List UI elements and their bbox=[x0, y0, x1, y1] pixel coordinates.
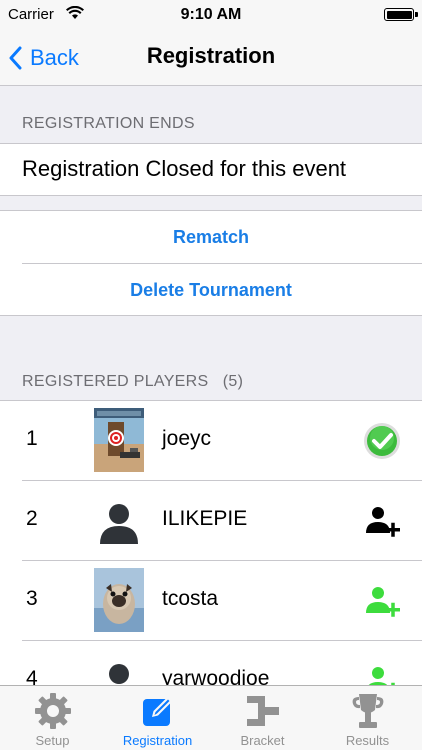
list-item[interactable]: 3 tcosta bbox=[0, 561, 422, 640]
tab-registration[interactable]: Registration bbox=[105, 686, 210, 750]
tab-bracket[interactable]: Bracket bbox=[210, 686, 315, 750]
registration-status-text: Registration Closed for this event bbox=[22, 156, 347, 181]
player-number: 2 bbox=[26, 507, 38, 530]
trophy-icon bbox=[352, 694, 384, 728]
gear-icon bbox=[35, 693, 71, 729]
photo-pug-avatar bbox=[94, 568, 144, 632]
registered-players-count: (5) bbox=[222, 373, 244, 390]
tab-label: Results bbox=[345, 733, 390, 748]
default-person-avatar bbox=[100, 504, 138, 544]
photo-target-avatar bbox=[94, 408, 144, 472]
navigation-bar: Back Registration bbox=[0, 30, 422, 86]
tab-label: Registration bbox=[122, 733, 193, 748]
tab-label: Bracket bbox=[240, 733, 285, 748]
player-number: 3 bbox=[26, 587, 38, 610]
bracket-icon bbox=[247, 696, 279, 726]
edit-icon bbox=[143, 696, 173, 726]
list-item[interactable]: 2 ILIKEPIE bbox=[0, 481, 422, 560]
delete-tournament-button[interactable]: Delete Tournament bbox=[0, 264, 422, 316]
player-name: tcosta bbox=[162, 587, 219, 610]
rematch-button[interactable]: Rematch bbox=[0, 211, 422, 263]
player-name: ILIKEPIE bbox=[162, 507, 248, 530]
checkmark-icon bbox=[364, 423, 400, 459]
list-item[interactable]: 1 joeyc bbox=[0, 401, 422, 480]
registration-status-cell: Registration Closed for this event bbox=[0, 143, 422, 196]
add-person-icon bbox=[366, 507, 400, 537]
tab-bar: Setup Registration Bracket Results bbox=[0, 685, 422, 750]
tab-label: Setup bbox=[35, 733, 70, 748]
registered-players-header: REGISTERED PLAYERS (5) bbox=[22, 373, 243, 391]
player-name: joeyc bbox=[162, 427, 212, 450]
add-person-icon bbox=[366, 587, 400, 617]
page-title: Registration bbox=[146, 43, 276, 68]
registration-ends-header: REGISTRATION ENDS bbox=[22, 115, 195, 132]
actions-group: Rematch Delete Tournament bbox=[0, 210, 422, 316]
tab-setup[interactable]: Setup bbox=[0, 686, 105, 750]
player-number: 1 bbox=[26, 427, 38, 450]
registered-players-label: REGISTERED PLAYERS bbox=[22, 373, 209, 390]
clock: 9:10 AM bbox=[180, 6, 242, 23]
status-bar: Carrier 9:10 AM bbox=[0, 0, 422, 30]
battery-icon bbox=[384, 8, 418, 21]
tab-results[interactable]: Results bbox=[315, 686, 420, 750]
players-list: 1 joeyc 2 ILIKEPIE 3 tcosta 4 yarwoodjoe bbox=[0, 400, 422, 700]
